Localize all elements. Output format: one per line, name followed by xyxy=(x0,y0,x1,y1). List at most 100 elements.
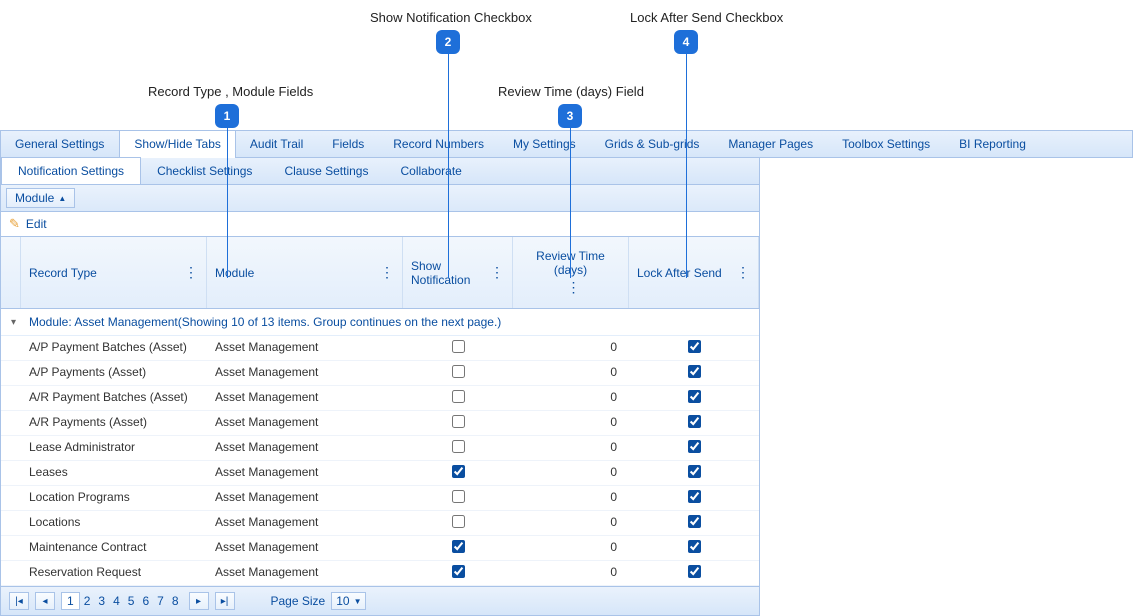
callout-badge-1: 1 xyxy=(215,104,239,128)
column-header-show-notification[interactable]: Show Notification ⋮ xyxy=(403,237,513,308)
column-menu-icon[interactable]: ⋮ xyxy=(374,264,394,281)
cell-review-time: 0 xyxy=(513,461,629,485)
cell-module: Asset Management xyxy=(207,536,403,560)
show-notification-checkbox[interactable] xyxy=(452,465,465,478)
main-tab[interactable]: Audit Trail xyxy=(236,131,318,157)
show-notification-checkbox[interactable] xyxy=(452,415,465,428)
callout-label-3: Review Time (days) Field xyxy=(498,84,644,99)
sub-tab[interactable]: Clause Settings xyxy=(268,158,384,184)
column-header-review-time[interactable]: Review Time (days) ⋮ xyxy=(513,237,629,308)
show-notification-checkbox[interactable] xyxy=(452,340,465,353)
column-menu-icon[interactable]: ⋮ xyxy=(561,279,581,296)
column-header-lock-after-send-label: Lock After Send xyxy=(637,266,722,280)
cell-record-type: Lease Administrator xyxy=(21,436,207,460)
cell-show-notification xyxy=(403,386,513,410)
row-expand-cell xyxy=(1,536,21,560)
main-tab[interactable]: Grids & Sub-grids xyxy=(591,131,715,157)
pager-prev-button[interactable]: ◂ xyxy=(35,592,55,610)
cell-review-time: 0 xyxy=(513,361,629,385)
group-header-row[interactable]: ▾ Module: Asset Management(Showing 10 of… xyxy=(1,309,759,336)
sub-tab[interactable]: Checklist Settings xyxy=(141,158,268,184)
main-tab[interactable]: Show/Hide Tabs xyxy=(119,130,236,158)
row-expand-cell xyxy=(1,386,21,410)
lock-after-send-checkbox[interactable] xyxy=(688,565,701,578)
show-notification-checkbox[interactable] xyxy=(452,490,465,503)
show-notification-checkbox[interactable] xyxy=(452,540,465,553)
table-row: A/P Payments (Asset)Asset Management0 xyxy=(1,361,759,386)
cell-show-notification xyxy=(403,436,513,460)
cell-record-type: Location Programs xyxy=(21,486,207,510)
main-tab[interactable]: My Settings xyxy=(499,131,591,157)
pager-page-number[interactable]: 7 xyxy=(153,594,168,608)
sub-tab[interactable]: Notification Settings xyxy=(1,157,141,184)
pager-page-number[interactable]: 2 xyxy=(80,594,95,608)
row-expand-cell xyxy=(1,486,21,510)
show-notification-checkbox[interactable] xyxy=(452,390,465,403)
column-menu-icon[interactable]: ⋮ xyxy=(730,264,750,281)
cell-show-notification xyxy=(403,461,513,485)
sub-tab[interactable]: Collaborate xyxy=(384,158,477,184)
show-notification-checkbox[interactable] xyxy=(452,365,465,378)
cell-show-notification xyxy=(403,511,513,535)
pager-first-button[interactable]: |◂ xyxy=(9,592,29,610)
group-by-bar: Module ▲ xyxy=(1,185,759,212)
lock-after-send-checkbox[interactable] xyxy=(688,465,701,478)
callout-badge-3: 3 xyxy=(558,104,582,128)
callout-line-4 xyxy=(686,54,687,278)
callout-badge-2: 2 xyxy=(436,30,460,54)
lock-after-send-checkbox[interactable] xyxy=(688,340,701,353)
cell-lock-after-send xyxy=(629,436,759,460)
pager-page-number[interactable]: 8 xyxy=(168,594,183,608)
main-tab[interactable]: Toolbox Settings xyxy=(828,131,945,157)
lock-after-send-checkbox[interactable] xyxy=(688,490,701,503)
page-size-select[interactable]: 10 ▼ xyxy=(331,592,366,610)
edit-button[interactable]: ✎ Edit xyxy=(1,212,759,237)
cell-module: Asset Management xyxy=(207,436,403,460)
lock-after-send-checkbox[interactable] xyxy=(688,440,701,453)
cell-review-time: 0 xyxy=(513,536,629,560)
pager-last-button[interactable]: ▸| xyxy=(215,592,235,610)
main-tab[interactable]: Manager Pages xyxy=(714,131,828,157)
cell-lock-after-send xyxy=(629,386,759,410)
pager-page-number[interactable]: 5 xyxy=(124,594,139,608)
cell-record-type: A/P Payments (Asset) xyxy=(21,361,207,385)
lock-after-send-checkbox[interactable] xyxy=(688,390,701,403)
pager-page-number[interactable]: 3 xyxy=(94,594,109,608)
cell-lock-after-send xyxy=(629,486,759,510)
cell-review-time: 0 xyxy=(513,336,629,360)
pager-next-button[interactable]: ▸ xyxy=(189,592,209,610)
grid-header-row: Record Type ⋮ Module ⋮ Show Notification… xyxy=(1,237,759,309)
pager-page-number[interactable]: 4 xyxy=(109,594,124,608)
column-header-module[interactable]: Module ⋮ xyxy=(207,237,403,308)
main-tab[interactable]: General Settings xyxy=(1,131,119,157)
main-tab[interactable]: Record Numbers xyxy=(379,131,499,157)
table-row: Location ProgramsAsset Management0 xyxy=(1,486,759,511)
group-by-module-button[interactable]: Module ▲ xyxy=(6,188,75,208)
show-notification-checkbox[interactable] xyxy=(452,440,465,453)
lock-after-send-checkbox[interactable] xyxy=(688,540,701,553)
main-tab[interactable]: BI Reporting xyxy=(945,131,1041,157)
show-notification-checkbox[interactable] xyxy=(452,515,465,528)
collapse-icon[interactable]: ▾ xyxy=(11,317,21,328)
column-header-lock-after-send[interactable]: Lock After Send ⋮ xyxy=(629,237,759,308)
cell-module: Asset Management xyxy=(207,511,403,535)
column-menu-icon[interactable]: ⋮ xyxy=(484,264,504,281)
cell-module: Asset Management xyxy=(207,411,403,435)
lock-after-send-checkbox[interactable] xyxy=(688,515,701,528)
pager-page-number[interactable]: 6 xyxy=(138,594,153,608)
show-notification-checkbox[interactable] xyxy=(452,565,465,578)
edit-label: Edit xyxy=(26,217,47,231)
cell-record-type: Leases xyxy=(21,461,207,485)
pager-bar: |◂ ◂ 12345678 ▸ ▸| Page Size 10 ▼ xyxy=(1,586,759,615)
column-menu-icon[interactable]: ⋮ xyxy=(178,264,198,281)
row-expand-cell xyxy=(1,561,21,585)
cell-lock-after-send xyxy=(629,461,759,485)
table-row: A/R Payments (Asset)Asset Management0 xyxy=(1,411,759,436)
pager-page-number[interactable]: 1 xyxy=(61,592,80,610)
lock-after-send-checkbox[interactable] xyxy=(688,365,701,378)
page-size-label: Page Size xyxy=(271,594,326,608)
main-tab[interactable]: Fields xyxy=(318,131,379,157)
cell-show-notification xyxy=(403,336,513,360)
column-header-record-type[interactable]: Record Type ⋮ xyxy=(21,237,207,308)
lock-after-send-checkbox[interactable] xyxy=(688,415,701,428)
